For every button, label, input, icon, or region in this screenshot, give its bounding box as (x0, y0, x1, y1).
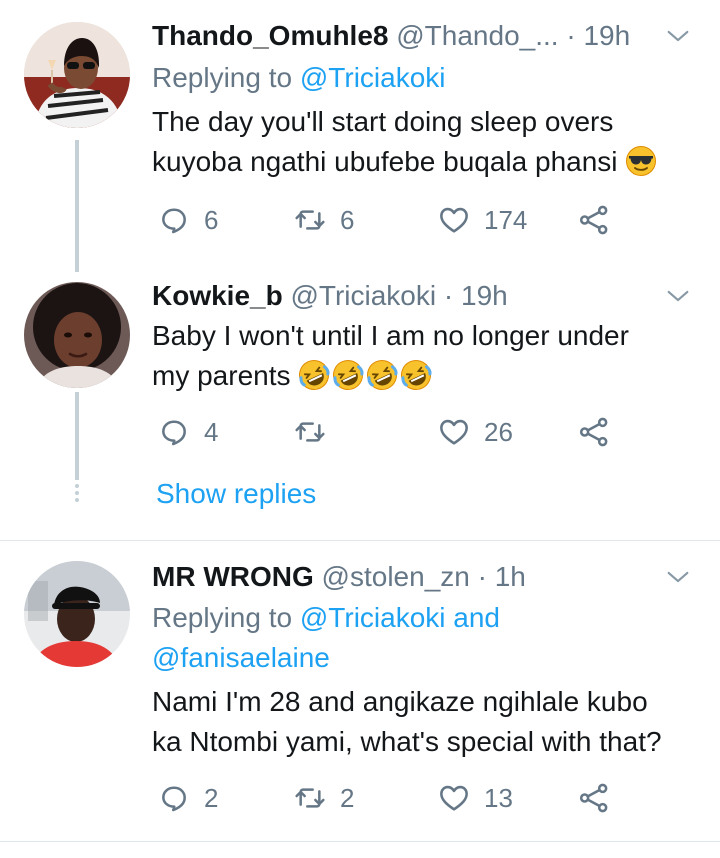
divider (0, 841, 720, 842)
replying-to: Replying to @Triciakoki and @fanisaelain… (152, 598, 500, 678)
thread-line (75, 140, 79, 272)
tweet-text-line: kuyoba ngathi ubufebe buqala phansi (152, 142, 700, 182)
like-button[interactable]: 13 (438, 778, 513, 818)
tweet-text-line: Baby I won't until I am no longer under (152, 320, 629, 351)
chevron-down-icon[interactable] (664, 563, 692, 591)
reply-button[interactable]: 2 (158, 778, 218, 818)
retweet-button[interactable] (294, 412, 340, 452)
heart-icon (438, 416, 470, 448)
avatar[interactable] (24, 282, 130, 388)
reply-icon (158, 204, 190, 236)
tweet-text-line: my parents (152, 356, 700, 396)
display-name[interactable]: Kowkie_b (152, 280, 283, 311)
separator: · (566, 20, 576, 51)
chevron-down-icon[interactable] (664, 282, 692, 310)
timestamp[interactable]: 19h (583, 20, 630, 51)
tweet-2[interactable]: Kowkie_b @Triciakoki · 19h Baby I won't … (0, 270, 720, 540)
rolling-laughing-emoji-icon (366, 359, 398, 391)
share-button[interactable] (578, 412, 624, 452)
thread-line (75, 392, 79, 480)
retweet-count: 2 (340, 782, 355, 813)
like-count: 26 (484, 416, 513, 447)
like-button[interactable]: 26 (438, 412, 513, 452)
retweet-count: 6 (340, 204, 355, 235)
mention-link[interactable]: @Triciakoki (300, 602, 446, 633)
share-icon (578, 416, 610, 448)
tweet-text: Nami I'm 28 and angikaze ngihlale kubo k… (152, 682, 700, 762)
like-count: 174 (484, 204, 528, 235)
avatar[interactable] (24, 561, 130, 667)
reply-icon (158, 416, 190, 448)
rolling-laughing-emoji-icon (332, 359, 364, 391)
reply-button[interactable]: 4 (158, 412, 218, 452)
tweet-text-line: ka Ntombi yami, what's special with that… (152, 726, 662, 757)
rolling-laughing-emoji-icon (400, 359, 432, 391)
user-handle[interactable]: @Thando_... (396, 20, 558, 51)
chevron-down-icon[interactable] (664, 22, 692, 50)
share-button[interactable] (578, 778, 624, 818)
retweet-button[interactable]: 2 (294, 778, 354, 818)
tweet-text-line-2: my parents (152, 360, 291, 391)
separator: · (443, 280, 454, 311)
thread-dots (74, 484, 80, 505)
retweet-icon (294, 782, 326, 814)
replying-prefix: Replying to (152, 62, 300, 93)
like-button[interactable]: 174 (438, 200, 527, 240)
tweet-3[interactable]: MR WRONG @stolen_zn · 1h Replying to @Tr… (0, 541, 720, 841)
retweet-icon (294, 416, 326, 448)
mention-link[interactable]: @Triciakoki (300, 62, 446, 93)
timestamp[interactable]: 19h (461, 280, 508, 311)
reply-count: 6 (204, 204, 219, 235)
tweet-header: MR WRONG @stolen_zn · 1h (152, 557, 700, 597)
user-handle[interactable]: @stolen_zn (322, 561, 470, 592)
tweet-actions: 4 26 (152, 412, 632, 452)
mention-link[interactable]: @fanisaelaine (152, 642, 330, 673)
tweet-text: Baby I won't until I am no longer under … (152, 316, 700, 396)
tweet-1[interactable]: Thando_Omuhle8 @Thando_... · 19h Replyin… (0, 0, 720, 272)
tweet-text-line-2: kuyoba ngathi ubufebe buqala phansi (152, 146, 618, 177)
avatar[interactable] (24, 22, 130, 128)
rolling-laughing-emoji-icon (298, 359, 330, 391)
share-icon (578, 204, 610, 236)
heart-icon (438, 782, 470, 814)
retweet-icon (294, 204, 326, 236)
timestamp[interactable]: 1h (495, 561, 526, 592)
share-button[interactable] (578, 200, 624, 240)
tweet-actions: 2 2 13 (152, 778, 632, 818)
sunglasses-emoji-icon (626, 146, 657, 176)
replying-and: and (445, 602, 500, 633)
reply-count: 2 (204, 782, 219, 813)
tweet-text-line: The day you'll start doing sleep overs (152, 106, 614, 137)
tweet-text: The day you'll start doing sleep overs k… (152, 102, 700, 182)
tweet-actions: 6 6 174 (152, 200, 632, 240)
display-name[interactable]: Thando_Omuhle8 (152, 20, 388, 51)
reply-button[interactable]: 6 (158, 200, 218, 240)
reply-count: 4 (204, 416, 219, 447)
tweet-header: Kowkie_b @Triciakoki · 19h (152, 276, 700, 316)
replying-to: Replying to @Triciakoki (152, 58, 446, 98)
show-replies-link[interactable]: Show replies (156, 474, 316, 514)
share-icon (578, 782, 610, 814)
replying-prefix: Replying to (152, 602, 300, 633)
retweet-button[interactable]: 6 (294, 200, 354, 240)
reply-icon (158, 782, 190, 814)
like-count: 13 (484, 782, 513, 813)
tweet-text-line: Nami I'm 28 and angikaze ngihlale kubo (152, 686, 648, 717)
tweet-header: Thando_Omuhle8 @Thando_... · 19h (152, 16, 700, 56)
user-handle[interactable]: @Triciakoki (290, 280, 436, 311)
separator: · (477, 561, 487, 592)
display-name[interactable]: MR WRONG (152, 561, 314, 592)
heart-icon (438, 204, 470, 236)
